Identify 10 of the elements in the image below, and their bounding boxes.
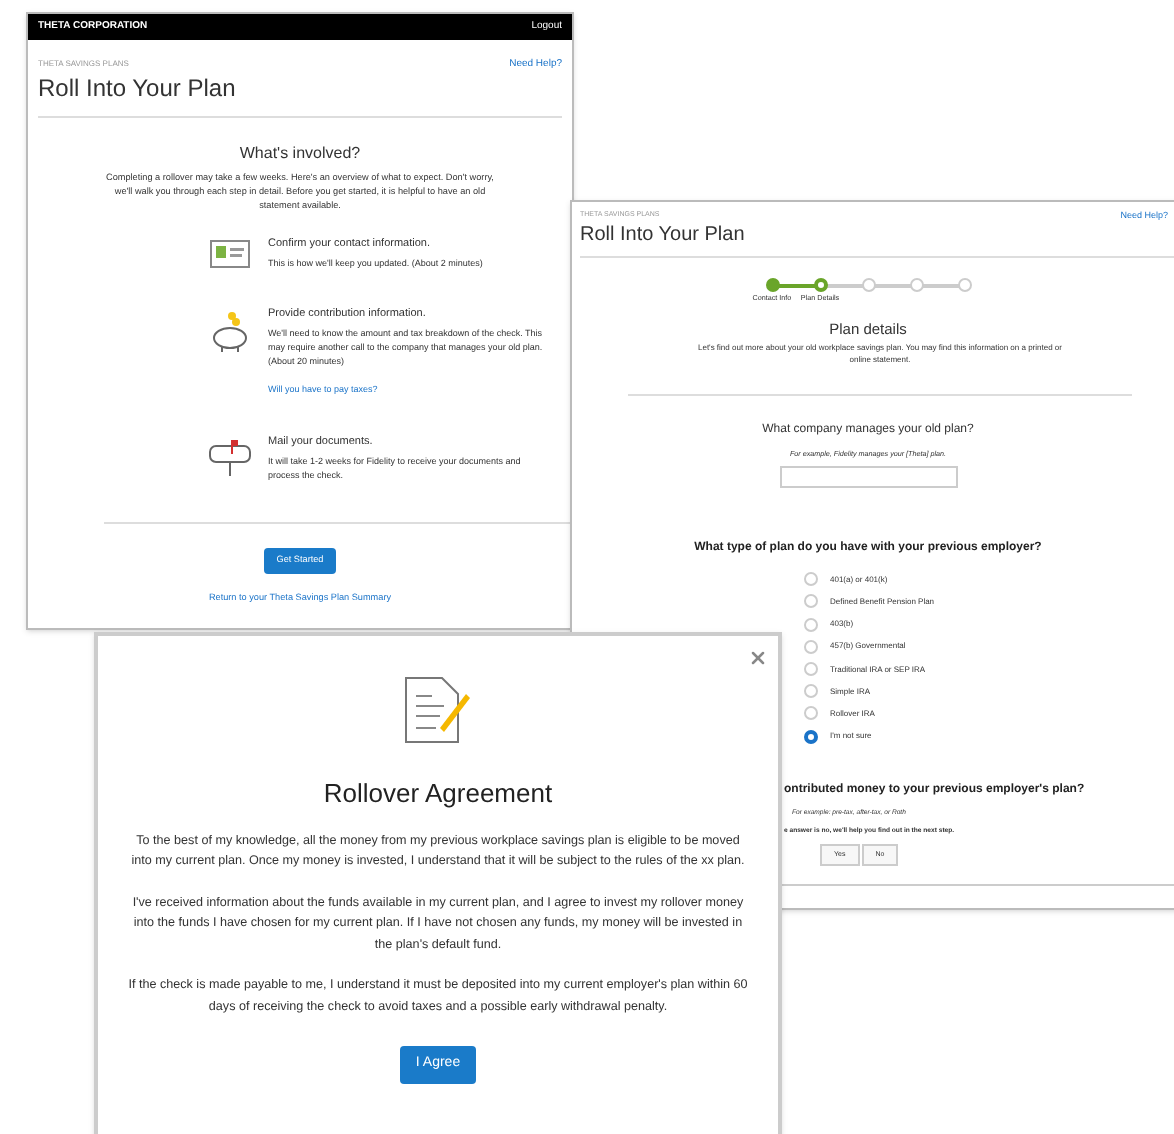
page-title: Roll Into Your Plan	[578, 223, 747, 249]
contact-card-icon	[210, 239, 250, 267]
company-input-field[interactable]	[779, 466, 957, 489]
section-heading: What's involved?	[237, 141, 363, 165]
piggy-bank-icon	[208, 309, 252, 354]
close-icon[interactable]	[748, 648, 768, 668]
mailbox-icon	[208, 437, 252, 478]
document-pencil-icon	[404, 676, 472, 744]
page-title: Roll Into Your Plan	[36, 73, 238, 103]
dialog-title: Rollover Agreement	[323, 776, 553, 812]
